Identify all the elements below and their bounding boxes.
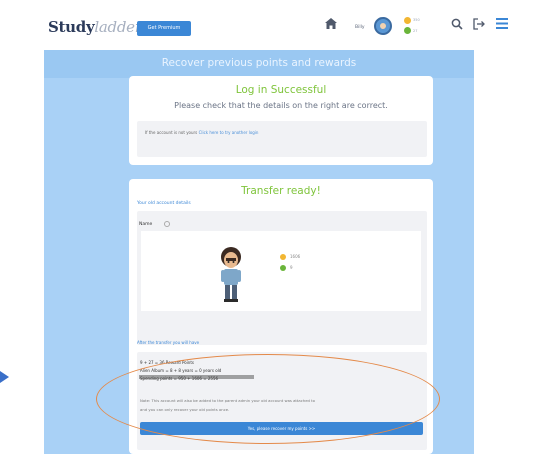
- search-icon[interactable]: [451, 18, 463, 34]
- top-bar: Studyladder Get Premium Billy 350 27: [0, 0, 536, 50]
- green-check-icon: [404, 27, 411, 34]
- user-avatar[interactable]: [374, 17, 392, 35]
- studyladder-logo[interactable]: Studyladder: [48, 18, 142, 36]
- pointer-arrow: [0, 371, 9, 383]
- page-banner: Recover previous points and rewards: [44, 50, 474, 78]
- home-icon[interactable]: [325, 18, 337, 33]
- name-label: Name: [139, 222, 153, 227]
- avatar-character: [221, 247, 241, 302]
- gold-count: 350: [413, 18, 420, 22]
- info-icon[interactable]: [164, 221, 170, 227]
- notice-prefix: If the account is not yours: [145, 130, 198, 135]
- gold-coin-icon: [404, 17, 411, 24]
- notice-text: If the account is not yours Click here t…: [145, 130, 258, 135]
- green-check-icon: [280, 265, 286, 271]
- old-green-count: 9: [290, 265, 293, 270]
- get-premium-button[interactable]: Get Premium: [137, 21, 191, 36]
- after-transfer-heading: After the transfer you will have: [137, 340, 200, 345]
- logo-main: Study: [48, 18, 95, 36]
- old-account-preview: [141, 231, 421, 311]
- login-success-title: Log in Successful: [235, 84, 327, 96]
- login-success-card: Log in Successful Please check that the …: [129, 76, 433, 165]
- username[interactable]: Billy: [355, 25, 365, 30]
- gold-coin-icon: [280, 254, 286, 260]
- old-account-heading: Your old account details: [137, 201, 191, 206]
- green-count: 27: [413, 29, 418, 33]
- transfer-ready-title: Transfer ready!: [241, 185, 321, 197]
- try-another-login-link[interactable]: Click here to try another login: [199, 130, 259, 135]
- login-success-subtitle: Please check that the details on the rig…: [174, 101, 388, 110]
- menu-icon[interactable]: [496, 18, 508, 33]
- old-gold-count: 1606: [290, 254, 301, 259]
- highlight-ellipse: [96, 354, 440, 444]
- not-your-account-notice: If the account is not yours Click here t…: [137, 121, 427, 157]
- logo-accent: ladder: [94, 18, 142, 36]
- logout-icon[interactable]: [473, 18, 486, 34]
